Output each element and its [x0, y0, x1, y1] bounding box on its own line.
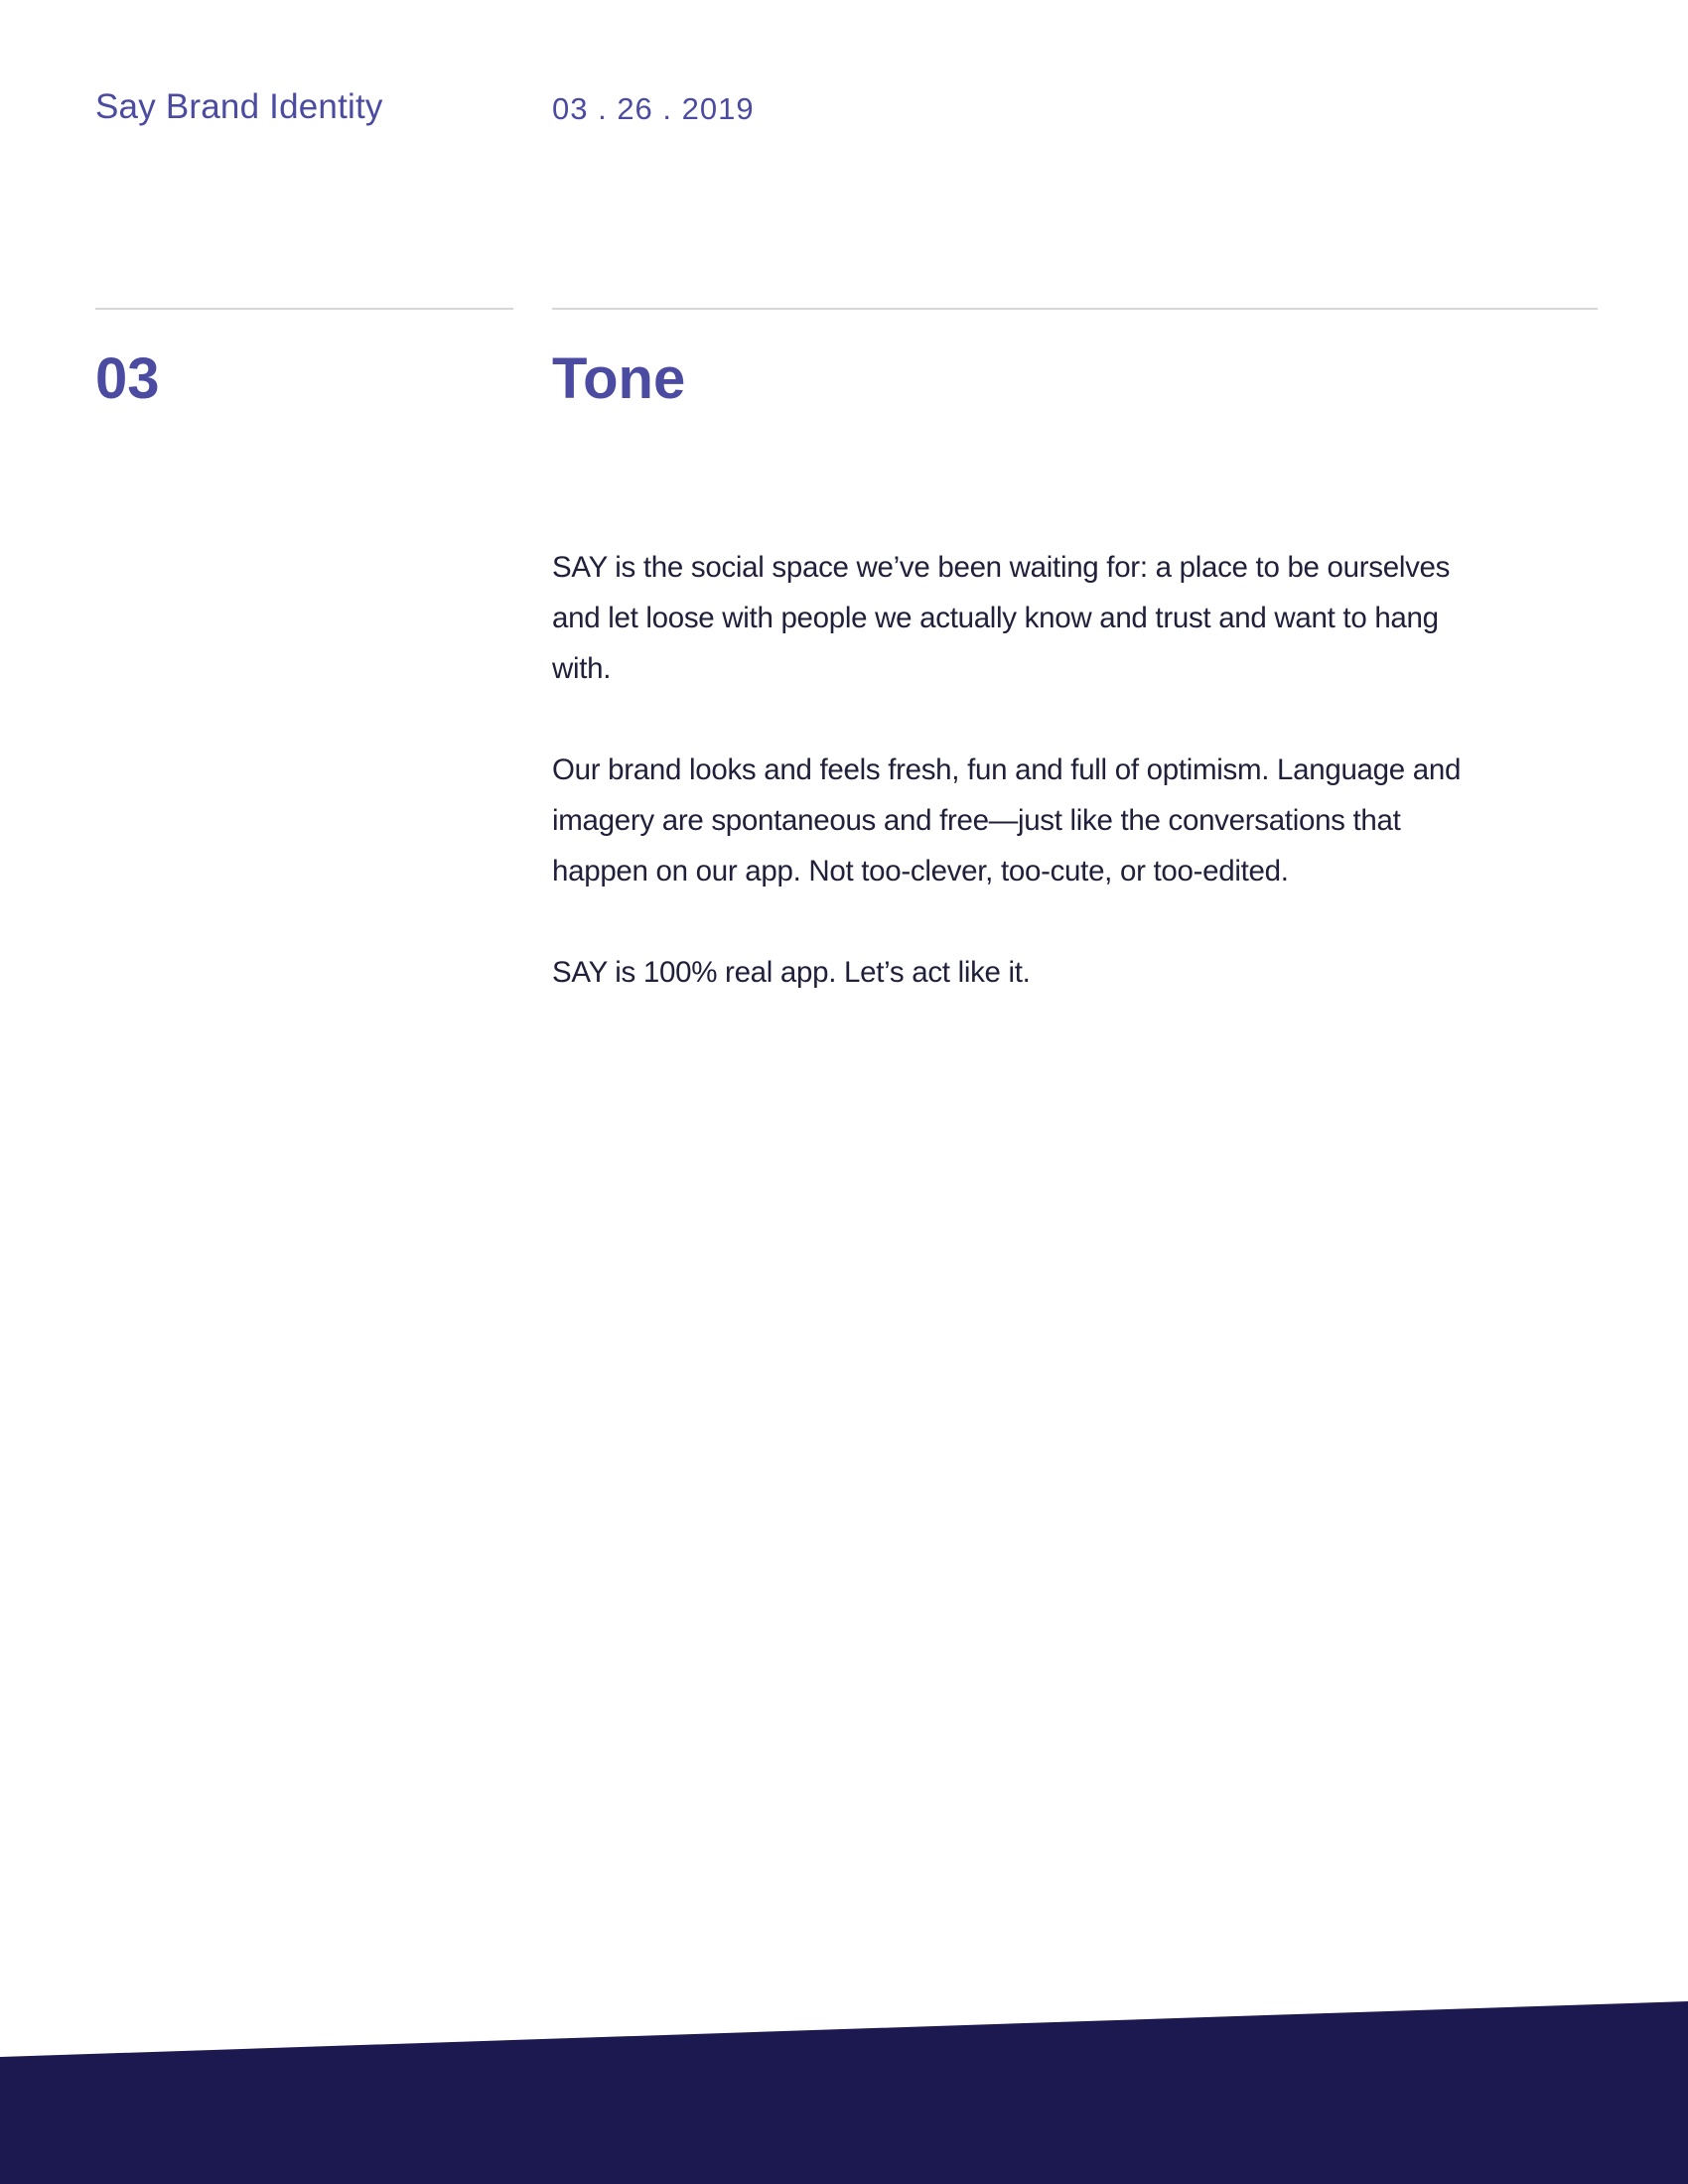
document-brand-title: Say Brand Identity	[95, 87, 383, 126]
section-divider-right	[552, 308, 1598, 310]
body-paragraph: Our brand looks and feels fresh, fun and…	[552, 753, 1462, 887]
section-divider-left	[95, 308, 513, 310]
body-copy: SAY is the social space we’ve been waiti…	[552, 542, 1466, 1048]
section-number: 03	[95, 346, 160, 411]
body-paragraph: SAY is the social space we’ve been waiti…	[552, 551, 1451, 685]
document-date: 03 . 26 . 2019	[552, 91, 755, 126]
section-title: Tone	[552, 346, 686, 411]
footer-band-shape	[0, 2001, 1688, 2184]
footer-band	[0, 2001, 1688, 2184]
body-paragraph: SAY is 100% real app. Let’s act like it.	[552, 956, 1031, 989]
